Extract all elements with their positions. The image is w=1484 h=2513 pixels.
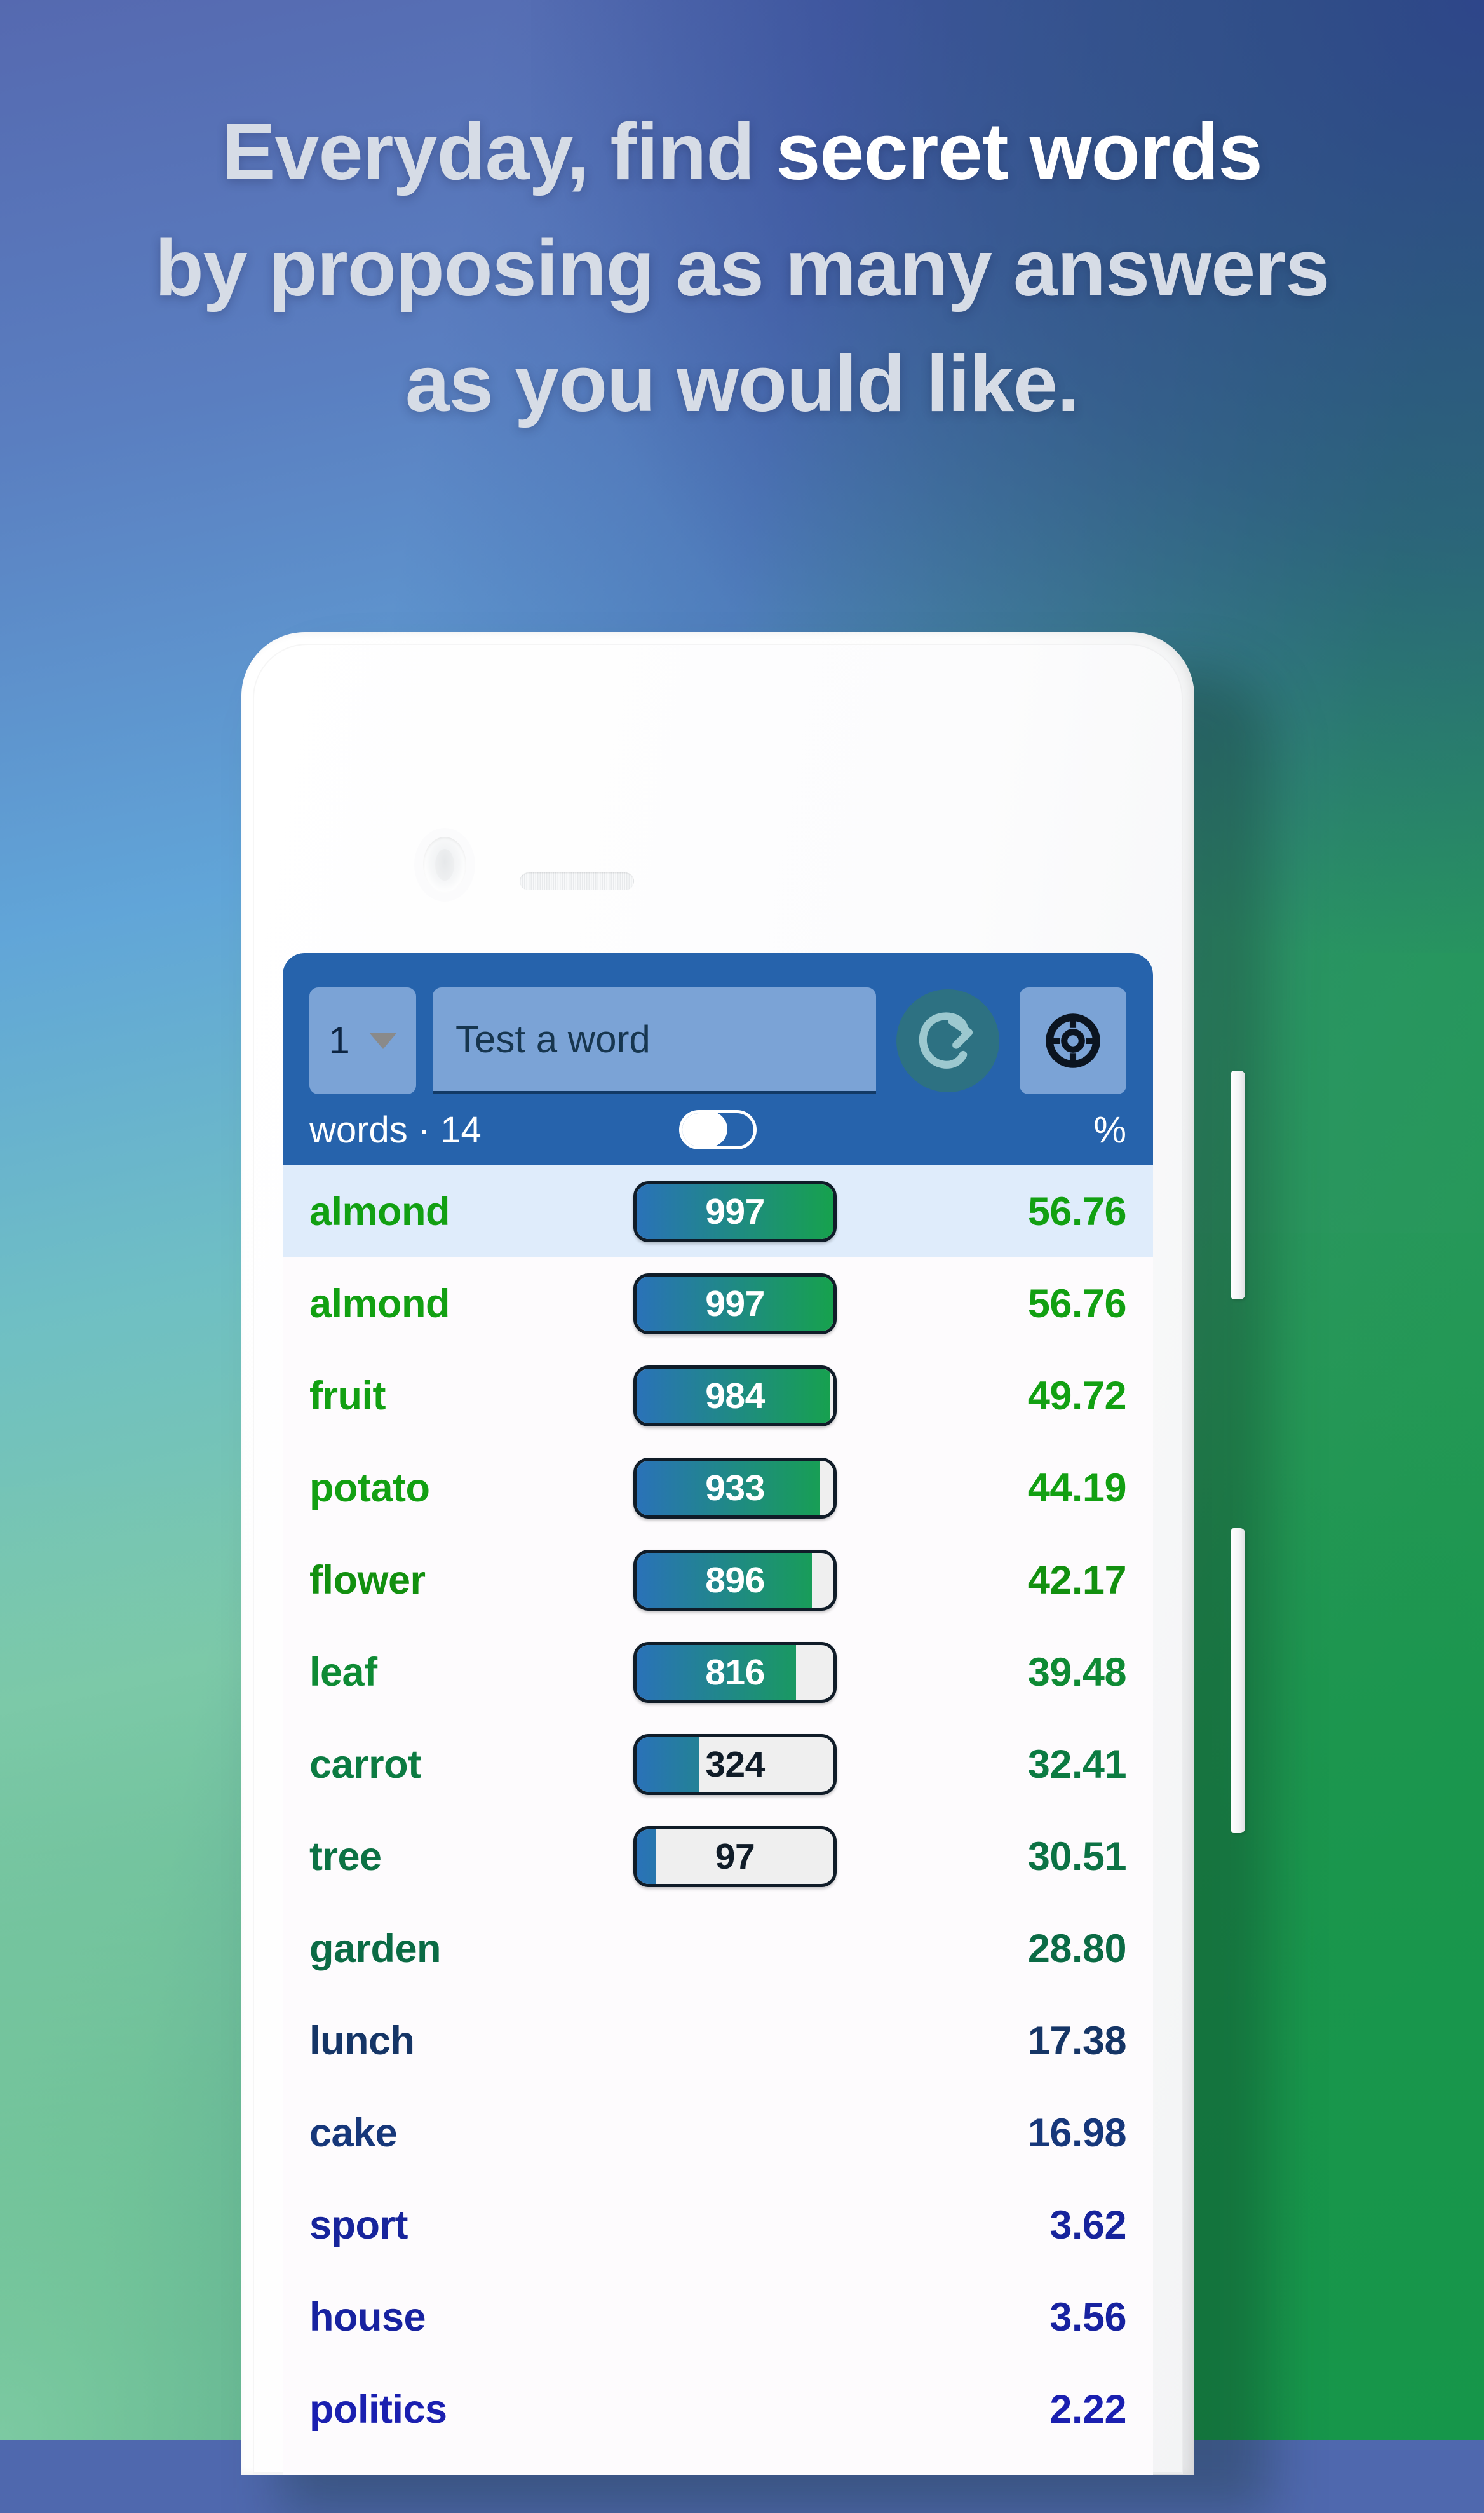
word-row[interactable]: politics 2.22 — [283, 2363, 1153, 2455]
word-row[interactable]: lunch 17.38 — [283, 1995, 1153, 2087]
word-row[interactable]: flower 896 42.17 — [283, 1534, 1153, 1626]
word-label: almond — [309, 1189, 450, 1234]
word-row[interactable]: garden 28.80 — [283, 1902, 1153, 1995]
percent-value: 16.98 — [1027, 2110, 1127, 2155]
score-badge-value: 324 — [705, 1744, 765, 1785]
score-badge-slot: 896 — [602, 1549, 868, 1611]
score-badge: 933 — [633, 1457, 837, 1519]
percent-value: 44.19 — [1027, 1465, 1127, 1510]
score-badge-value: 933 — [705, 1467, 765, 1508]
percent-value: 3.62 — [1049, 2202, 1126, 2247]
promo-headline: Everyday, find secret words by proposing… — [0, 94, 1484, 442]
score-badge-value: 997 — [705, 1283, 765, 1324]
headline-line-1: Everyday, find secret words — [0, 94, 1484, 210]
headline-line-2: by proposing as many answers — [154, 222, 1330, 313]
score-badge-slot: 97 — [602, 1825, 868, 1887]
power-button[interactable] — [1231, 1528, 1245, 1833]
score-badge: 97 — [633, 1825, 837, 1887]
percent-value: 17.38 — [1027, 2018, 1127, 2063]
score-badge-slot: 984 — [602, 1365, 868, 1426]
lifebuoy-icon — [1046, 1013, 1100, 1068]
earpiece-speaker-icon — [520, 872, 634, 890]
percent-value: 56.76 — [1027, 1189, 1127, 1234]
percent-value: 30.51 — [1027, 1834, 1127, 1879]
word-label: flower — [309, 1557, 426, 1602]
refresh-arrow-icon — [919, 1012, 973, 1069]
percent-value: 39.48 — [1027, 1649, 1127, 1695]
percent-value: 2.22 — [1049, 2387, 1126, 2432]
app-bar-sub-row: words · 14 % — [283, 1094, 1153, 1165]
word-row[interactable]: sleep-0.59 — [283, 2455, 1153, 2475]
score-badge-slot: 997 — [602, 1181, 868, 1242]
score-badge-slot: 933 — [602, 1457, 868, 1519]
word-row[interactable]: fruit 984 49.72 — [283, 1350, 1153, 1442]
word-label: tree — [309, 1834, 382, 1879]
app-bar: 1 Test a word words · 14 % — [283, 953, 1153, 1165]
word-label: house — [309, 2294, 426, 2340]
count-select[interactable]: 1 — [309, 987, 416, 1094]
word-row[interactable]: almond 997 56.76 — [283, 1257, 1153, 1350]
score-badge: 997 — [633, 1273, 837, 1334]
word-label: almond — [309, 1281, 450, 1326]
word-label: politics — [309, 2387, 447, 2432]
toggle-knob — [682, 1113, 727, 1146]
count-select-value: 1 — [328, 1019, 350, 1062]
word-label: carrot — [309, 1742, 421, 1787]
percent-value: 3.56 — [1049, 2294, 1126, 2340]
score-badge-value: 816 — [705, 1651, 765, 1693]
percent-value: 42.17 — [1027, 1557, 1127, 1602]
score-badge-fill — [637, 1737, 700, 1792]
chevron-down-icon — [368, 1033, 397, 1049]
word-label: sport — [309, 2202, 408, 2247]
score-badge-value: 984 — [705, 1375, 765, 1416]
refresh-button[interactable] — [896, 989, 999, 1092]
word-input[interactable]: Test a word — [433, 987, 876, 1094]
score-badge-fill — [637, 1829, 656, 1884]
phone-mockup: 1 Test a word words · 14 % almond 997 56… — [241, 632, 1271, 2513]
word-row[interactable]: cake 16.98 — [283, 2087, 1153, 2179]
phone-body: 1 Test a word words · 14 % almond 997 56… — [241, 632, 1194, 2475]
word-input-placeholder: Test a word — [455, 1018, 651, 1060]
word-row[interactable]: potato 933 44.19 — [283, 1442, 1153, 1534]
app-screen: 1 Test a word words · 14 % almond 997 56… — [283, 953, 1153, 2475]
help-button[interactable] — [1020, 987, 1126, 1094]
score-badge: 984 — [633, 1365, 837, 1426]
word-row[interactable]: house 3.56 — [283, 2271, 1153, 2363]
word-label: leaf — [309, 1649, 377, 1695]
word-label: potato — [309, 1465, 430, 1510]
percent-value: 28.80 — [1027, 1926, 1127, 1971]
word-label: cake — [309, 2110, 398, 2155]
percent-value: 49.72 — [1027, 1373, 1127, 1418]
words-count-label: words · 14 — [309, 1109, 482, 1151]
word-label: fruit — [309, 1373, 386, 1418]
score-badge-value: 896 — [705, 1559, 765, 1601]
front-camera-icon — [423, 837, 466, 893]
score-badge-slot: 816 — [602, 1641, 868, 1703]
display-mode-toggle[interactable] — [679, 1110, 757, 1149]
percent-value: 32.41 — [1027, 1742, 1127, 1787]
word-label: garden — [309, 1926, 442, 1971]
score-badge: 324 — [633, 1733, 837, 1795]
word-row[interactable]: tree 97 30.51 — [283, 1810, 1153, 1902]
percent-column-label: % — [1093, 1109, 1126, 1151]
word-row[interactable]: almond 997 56.76 — [283, 1165, 1153, 1257]
volume-rocker[interactable] — [1231, 1071, 1245, 1299]
word-row[interactable]: leaf 816 39.48 — [283, 1626, 1153, 1718]
word-label: lunch — [309, 2018, 415, 2063]
word-row[interactable]: carrot 324 32.41 — [283, 1718, 1153, 1810]
score-badge-value: 997 — [705, 1191, 765, 1232]
score-badge-slot: 324 — [602, 1733, 868, 1795]
score-badge: 816 — [633, 1641, 837, 1703]
score-badge: 896 — [633, 1549, 837, 1611]
headline-line-1-normal: Everyday, find — [222, 107, 776, 196]
score-badge-slot: 997 — [602, 1273, 868, 1334]
percent-value: 56.76 — [1027, 1281, 1127, 1326]
score-badge: 997 — [633, 1181, 837, 1242]
headline-line-3: as you would like. — [405, 339, 1079, 429]
app-bar-controls-row: 1 Test a word — [309, 987, 1126, 1094]
score-badge-value: 97 — [715, 1836, 755, 1877]
word-row[interactable]: sport 3.62 — [283, 2179, 1153, 2271]
headline-line-1-strong: secret words — [776, 107, 1262, 196]
word-list: almond 997 56.76 almond 997 56.76 fruit 984 49.7… — [283, 1165, 1153, 2475]
